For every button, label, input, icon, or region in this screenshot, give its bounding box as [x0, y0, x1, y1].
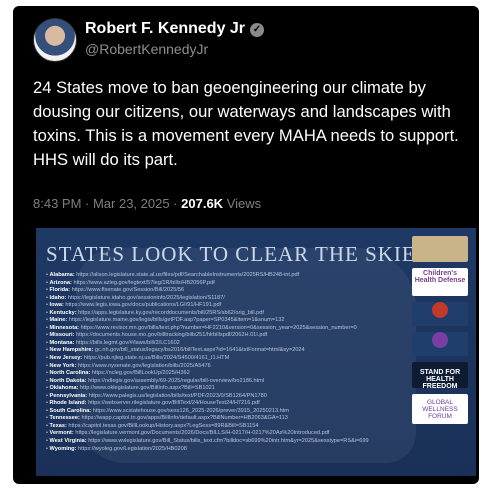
bill-url[interactable]: https://alison.legislature.state.al.us/f… [76, 272, 299, 278]
state-bill-item: • North Dakota: https://ndlegis.gov/asse… [46, 377, 265, 384]
tweet-card: Robert F. Kennedy Jr ✓ @RobertKennedyJr 2… [13, 6, 479, 484]
tweet-timestamp[interactable]: 8:43 PM · Mar 23, 2025 · [33, 196, 178, 211]
views-count: 207.6K [181, 196, 224, 211]
bill-url[interactable]: https://wyoleg.gov/Legislation/2025/HB02… [78, 446, 187, 452]
state-name: North Carolina: [49, 370, 91, 377]
state-bill-item: • New York: https://www.nysenate.gov/leg… [46, 362, 211, 369]
state-bill-item: • Oklahoma: http://www.oklegislature.gov… [46, 385, 215, 392]
state-name: Wyoming: [49, 445, 77, 452]
state-name: Pennsylvania: [49, 392, 88, 399]
state-name: Missouri: [49, 332, 75, 339]
state-name: Maine: [49, 317, 68, 324]
views-label: Views [226, 196, 262, 211]
state-name: Oklahoma: [49, 385, 79, 392]
childrens-health-defense-logo: Children's Health Defense [412, 268, 468, 296]
logo-seal-1 [412, 236, 468, 262]
state-bill-item: • Minnesota: https://www.revisor.mn.gov/… [46, 324, 357, 331]
author-name[interactable]: Robert F. Kennedy Jr ✓ [85, 20, 265, 38]
state-bill-item: • New Hampshire: gc.nh.gov/bill_status/l… [46, 347, 305, 354]
bill-url[interactable]: https://ncleg.gov/BillLookUp/2025/H362 [92, 370, 190, 376]
state-bill-item: • New Jersey: https://pub.njleg.state.nj… [46, 355, 230, 362]
bill-url[interactable]: gc.nh.gov/bill_status/legacy/bs2016/bill… [95, 347, 305, 353]
bill-url[interactable]: http://www.oklegislature.gov/BillInfo.as… [80, 385, 215, 391]
state-bill-item: • Iowa: https://www.legis.iowa.gov/docs/… [46, 302, 222, 309]
bill-url[interactable]: https://www.flsenate.gov/Session/Bill/20… [72, 287, 185, 293]
state-bill-list: • Alabama: https://alison.legislature.st… [46, 272, 426, 453]
bill-url[interactable]: https://documents.house.mo.gov/billtrack… [76, 332, 267, 338]
state-bill-item: • North Carolina: https://ncleg.gov/Bill… [46, 370, 190, 377]
state-bill-item: • Tennessee: https://wapp.capitol.tn.gov… [46, 415, 288, 422]
poster-title: STATES LOOK TO CLEAR THE SKIES [46, 242, 429, 266]
verified-badge-icon: ✓ [250, 23, 265, 37]
author-name-text[interactable]: Robert F. Kennedy Jr [85, 20, 245, 37]
state-bill-item: • Arizona: https://www.azleg.gov/legtext… [46, 279, 215, 286]
state-name: Texas: [49, 422, 67, 429]
state-name: Idaho: [49, 294, 67, 301]
global-wellness-forum-logo: GLOBAL WELLNESS FORUM [412, 394, 468, 424]
bill-url[interactable]: https://bills.legmt.gov/#/laws/bill/2/LC… [76, 340, 180, 346]
state-name: Tennessee: [49, 415, 80, 422]
author-handle[interactable]: @RobertKennedyJr [85, 41, 208, 57]
tweet-meta: 8:43 PM · Mar 23, 2025 · 207.6K Views [33, 196, 261, 211]
state-bill-item: • Wyoming: https://wyoleg.gov/Legislatio… [46, 445, 187, 452]
state-bill-item: • South Carolina: https://www.scstatehou… [46, 407, 289, 414]
bill-url[interactable]: https://www.legis.iowa.gov/docs/publicat… [65, 302, 221, 308]
bill-url[interactable]: https://wapp.capitol.tn.gov/apps/BillInf… [81, 415, 287, 421]
state-name: New Jersey: [49, 355, 83, 362]
bill-url[interactable]: https://www.azleg.gov/legtext/57leg/1R/b… [73, 280, 214, 286]
stand-for-health-freedom-logo: STAND FOR HEALTH FREEDOM [412, 362, 468, 390]
state-name: North Dakota: [49, 377, 87, 384]
state-bill-item: • Pennsylvania: https://www.palegis.us/l… [46, 392, 267, 399]
state-name: South Carolina: [49, 407, 92, 414]
state-bill-item: • West Virginia: https://www.wvlegislatu… [46, 438, 369, 445]
bill-url[interactable]: https://www.nysenate.gov/legislation/bil… [78, 363, 211, 369]
bill-url[interactable]: https://www.scstatehouse.gov/sess126_202… [93, 408, 289, 414]
state-name: Alabama: [49, 272, 75, 278]
bill-url[interactable]: https://legislature.idaho.gov/sessioninf… [68, 295, 225, 301]
state-bill-item: • Idaho: https://legislature.idaho.gov/s… [46, 294, 225, 301]
state-name: New Hampshire: [49, 347, 94, 354]
state-name: Kentucky: [49, 309, 77, 316]
bill-url[interactable]: https://www.wvlegislature.gov/Bill_Statu… [88, 438, 368, 444]
state-name: New York: [49, 362, 77, 369]
bill-url[interactable]: https://capitol.texas.gov/BillLookup/His… [68, 423, 258, 429]
bill-url[interactable]: https://legislature.maine.gov/legis/bill… [69, 317, 285, 323]
state-bill-item: • Maine: https://legislature.maine.gov/l… [46, 317, 285, 324]
avatar[interactable] [33, 18, 77, 62]
bill-url[interactable]: https://www.palegis.us/legislation/bills… [89, 393, 267, 399]
state-bill-item: • Vermont: https://legislature.vermont.g… [46, 430, 330, 437]
state-name: Iowa: [49, 302, 64, 309]
state-name: Minnesota: [49, 324, 80, 331]
state-bill-item: • Alabama: https://alison.legislature.st… [46, 272, 300, 278]
state-name: Arizona: [49, 279, 72, 286]
state-bill-item: • Montana: https://bills.legmt.gov/#/law… [46, 339, 180, 346]
bill-url[interactable]: https://www.revisor.mn.gov/bills/text.ph… [81, 325, 357, 331]
state-name: Rhode Island: [49, 400, 87, 407]
sponsor-logos: Children's Health Defense STAND FOR HEAL… [412, 236, 468, 430]
state-bill-item: • Rhode Island: https://webserver.rilegi… [46, 400, 260, 407]
state-bill-item: • Texas: https://capitol.texas.gov/BillL… [46, 422, 259, 429]
state-name: West Virginia: [49, 438, 87, 445]
bill-url[interactable]: https://legislature.vermont.gov/Document… [75, 430, 329, 436]
bill-url[interactable]: https://pub.njleg.state.nj.us/Bills/2024… [84, 355, 230, 361]
logo-purple-emblem [412, 332, 468, 356]
state-bill-item: • Missouri: https://documents.house.mo.g… [46, 332, 268, 339]
state-bill-item: • Kentucky: https://apps.legislature.ky.… [46, 309, 264, 316]
tweet-text: 24 States move to ban geoengineering our… [33, 78, 459, 169]
attached-image[interactable]: STATES LOOK TO CLEAR THE SKIES • Alabama… [36, 228, 476, 476]
bill-url[interactable]: https://apps.legislature.ky.gov/recorddo… [78, 310, 264, 316]
state-name: Montana: [49, 339, 75, 346]
bill-url[interactable]: https://ndlegis.gov/assembly/69-2025/reg… [88, 378, 264, 384]
state-name: Florida: [49, 287, 71, 294]
logo-red-emblem [412, 302, 468, 326]
state-bill-item: • Florida: https://www.flsenate.gov/Sess… [46, 287, 185, 294]
state-name: Vermont: [49, 430, 74, 437]
bill-url[interactable]: https://webserver.rilegislature.gov/Bill… [88, 400, 260, 406]
